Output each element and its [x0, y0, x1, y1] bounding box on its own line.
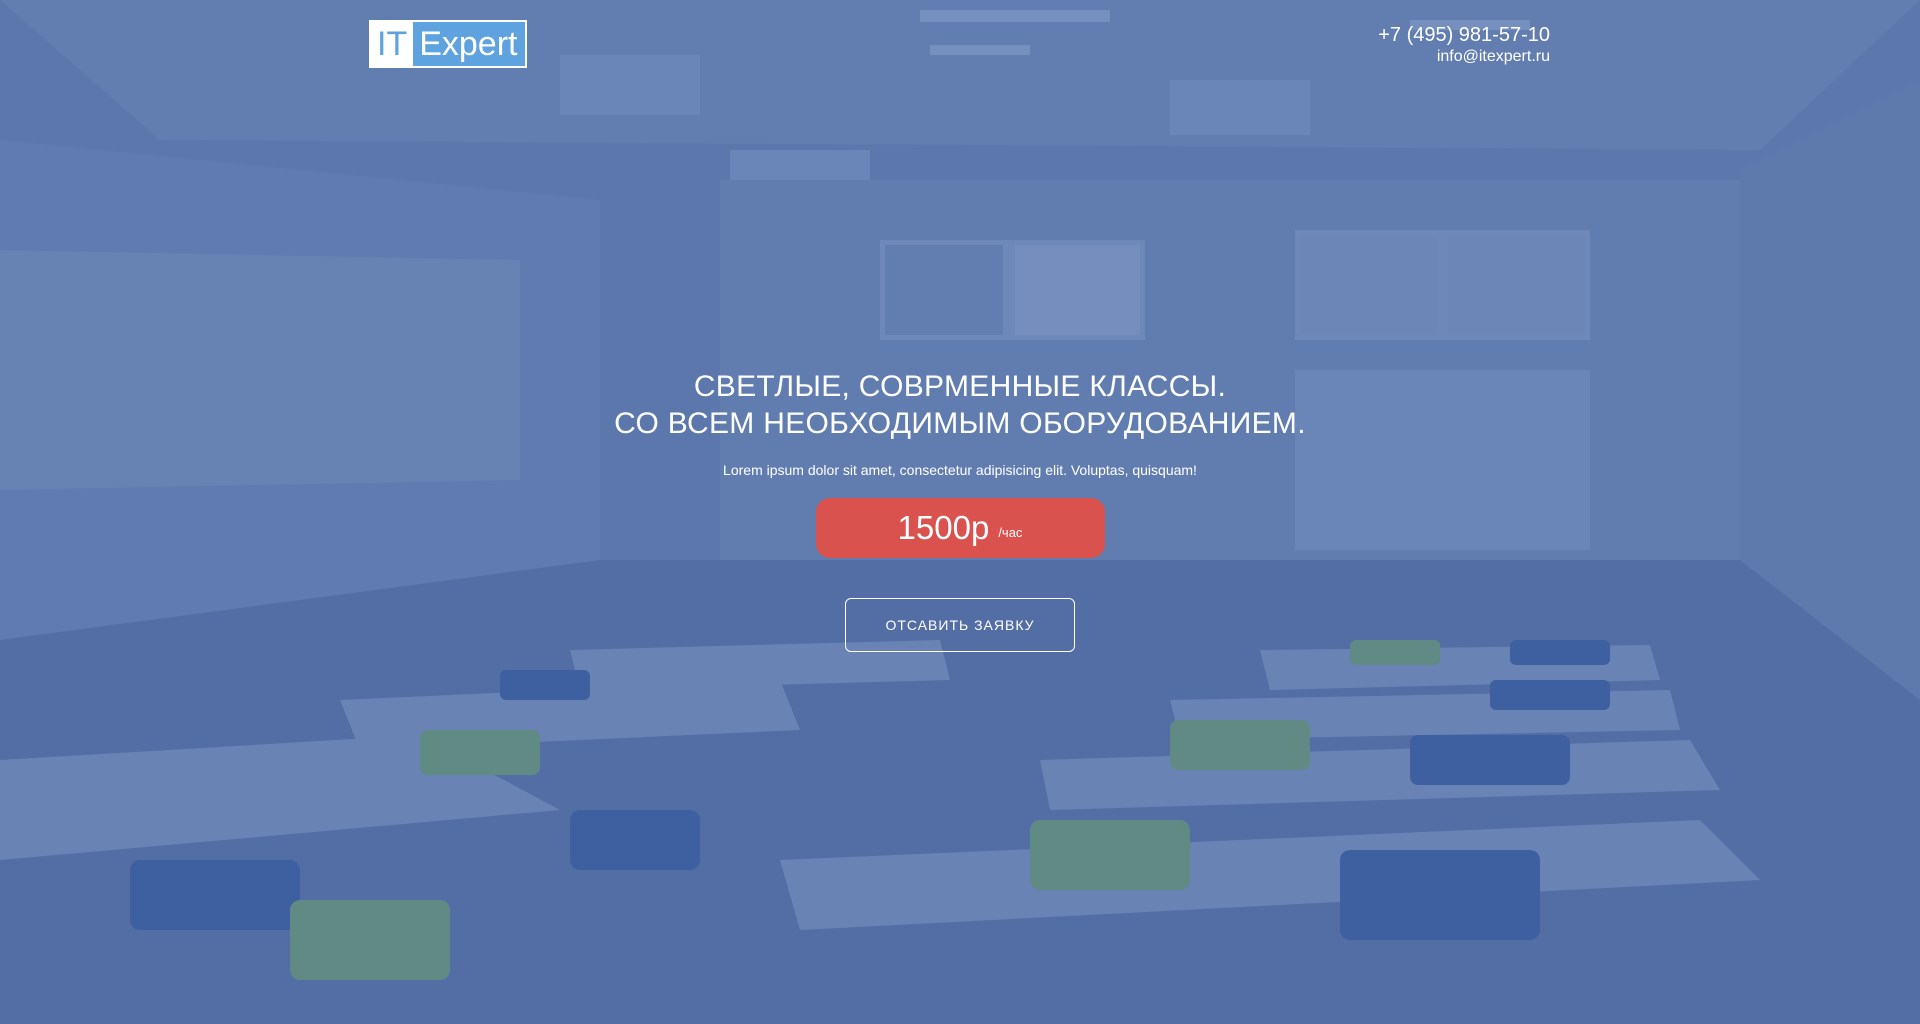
hero-subtitle: Lorem ipsum dolor sit amet, consectetur … [723, 462, 1197, 478]
hero-headline: СВЕТЛЫЕ, СОВРМЕННЫЕ КЛАССЫ. СО ВСЕМ НЕОБ… [0, 368, 1920, 442]
hero-content: СВЕТЛЫЕ, СОВРМЕННЫЕ КЛАССЫ. СО ВСЕМ НЕОБ… [0, 368, 1920, 652]
hero-headline-line2: СО ВСЕМ НЕОБХОДИМЫМ ОБОРУДОВАНИЕМ. [614, 407, 1306, 440]
logo-it-mark: IT [371, 22, 414, 66]
price-badge: 1500р /час [815, 498, 1105, 558]
hero-headline-line1: СВЕТЛЫЕ, СОВРМЕННЫЕ КЛАССЫ. [693, 370, 1227, 403]
itexpert-logo[interactable]: IT Expert [369, 20, 528, 68]
submit-request-button[interactable]: ОТСАВИТЬ ЗАЯВКУ [845, 598, 1075, 652]
logo-expert-text: Expert [419, 25, 518, 63]
contact-block: +7 (495) 981-57-10 info@itexpert.ru [1378, 23, 1550, 67]
hero-section: IT Expert +7 (495) 981-57-10 info@itexpe… [0, 0, 1920, 1024]
price-value: 1500р [897, 509, 990, 546]
price-unit: /час [998, 525, 1023, 540]
phone-number[interactable]: +7 (495) 981-57-10 [1378, 23, 1550, 47]
email-link[interactable]: info@itexpert.ru [1378, 47, 1550, 67]
